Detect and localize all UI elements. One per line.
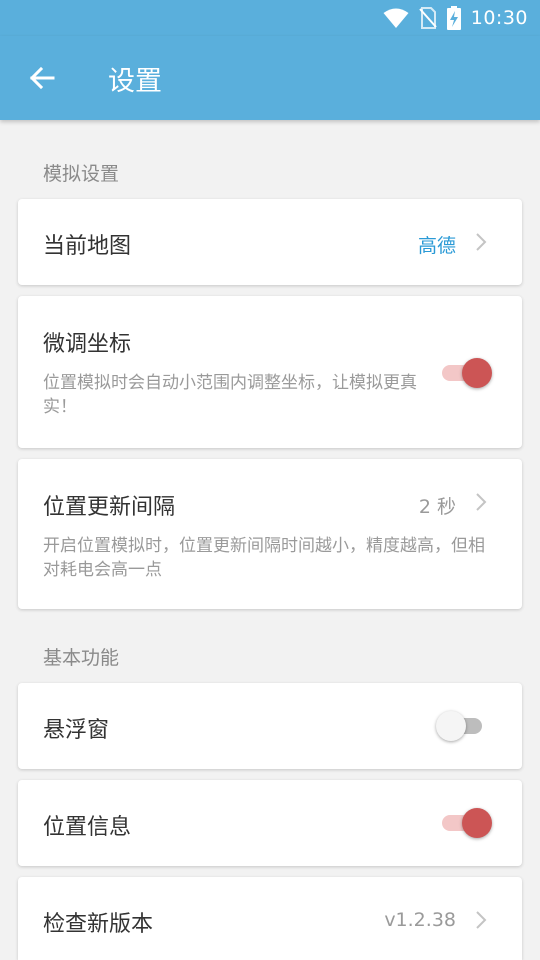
setting-label: 当前地图 — [43, 234, 132, 259]
chevron-right-icon — [476, 493, 487, 511]
setting-update-interval[interactable]: 位置更新间隔 2 秒 开启位置模拟时，位置更新间隔时间越小，精度越高，但相对耗电… — [18, 459, 522, 609]
chevron-right-icon — [476, 911, 487, 929]
setting-label: 位置更新间隔 — [43, 495, 176, 520]
floating-window-toggle[interactable] — [436, 709, 492, 743]
setting-label: 检查新版本 — [43, 912, 154, 937]
setting-current-map[interactable]: 当前地图 高德 — [18, 199, 522, 285]
location-info-toggle[interactable] — [442, 806, 492, 840]
setting-value: 2 秒 — [418, 496, 456, 518]
switch-thumb — [436, 711, 466, 741]
setting-description: 位置模拟时会自动小范围内调整坐标，让模拟更真实！ — [43, 373, 417, 417]
setting-check-update[interactable]: 检查新版本 v1.2.38 — [18, 877, 522, 960]
setting-location-info[interactable]: 位置信息 — [18, 780, 522, 866]
setting-value: 高德 — [417, 235, 456, 257]
setting-description: 开启位置模拟时，位置更新间隔时间越小，精度越高，但相对耗电会高一点 — [43, 536, 485, 580]
setting-label: 微调坐标 — [43, 332, 132, 357]
setting-label: 位置信息 — [43, 815, 132, 840]
status-bar: 10:30 — [0, 0, 540, 36]
setting-value: v1.2.38 — [384, 909, 456, 931]
setting-label: 悬浮窗 — [43, 718, 110, 743]
fine-tune-toggle[interactable] — [442, 356, 492, 390]
section-header-simulation: 模拟设置 — [43, 163, 120, 185]
setting-floating-window[interactable]: 悬浮窗 — [18, 683, 522, 769]
battery-charging-icon — [446, 6, 461, 30]
app-bar: 设置 — [0, 36, 540, 120]
arrow-left-icon — [29, 66, 55, 90]
back-button[interactable] — [0, 36, 84, 120]
status-time: 10:30 — [470, 7, 528, 29]
switch-thumb — [462, 808, 492, 838]
setting-fine-tune[interactable]: 微调坐标 位置模拟时会自动小范围内调整坐标，让模拟更真实！ — [18, 296, 522, 448]
page-title: 设置 — [108, 65, 162, 97]
no-sim-icon — [418, 7, 437, 29]
switch-thumb — [462, 358, 492, 388]
section-header-basic: 基本功能 — [43, 647, 120, 669]
wifi-icon — [383, 7, 409, 29]
chevron-right-icon — [476, 233, 487, 251]
